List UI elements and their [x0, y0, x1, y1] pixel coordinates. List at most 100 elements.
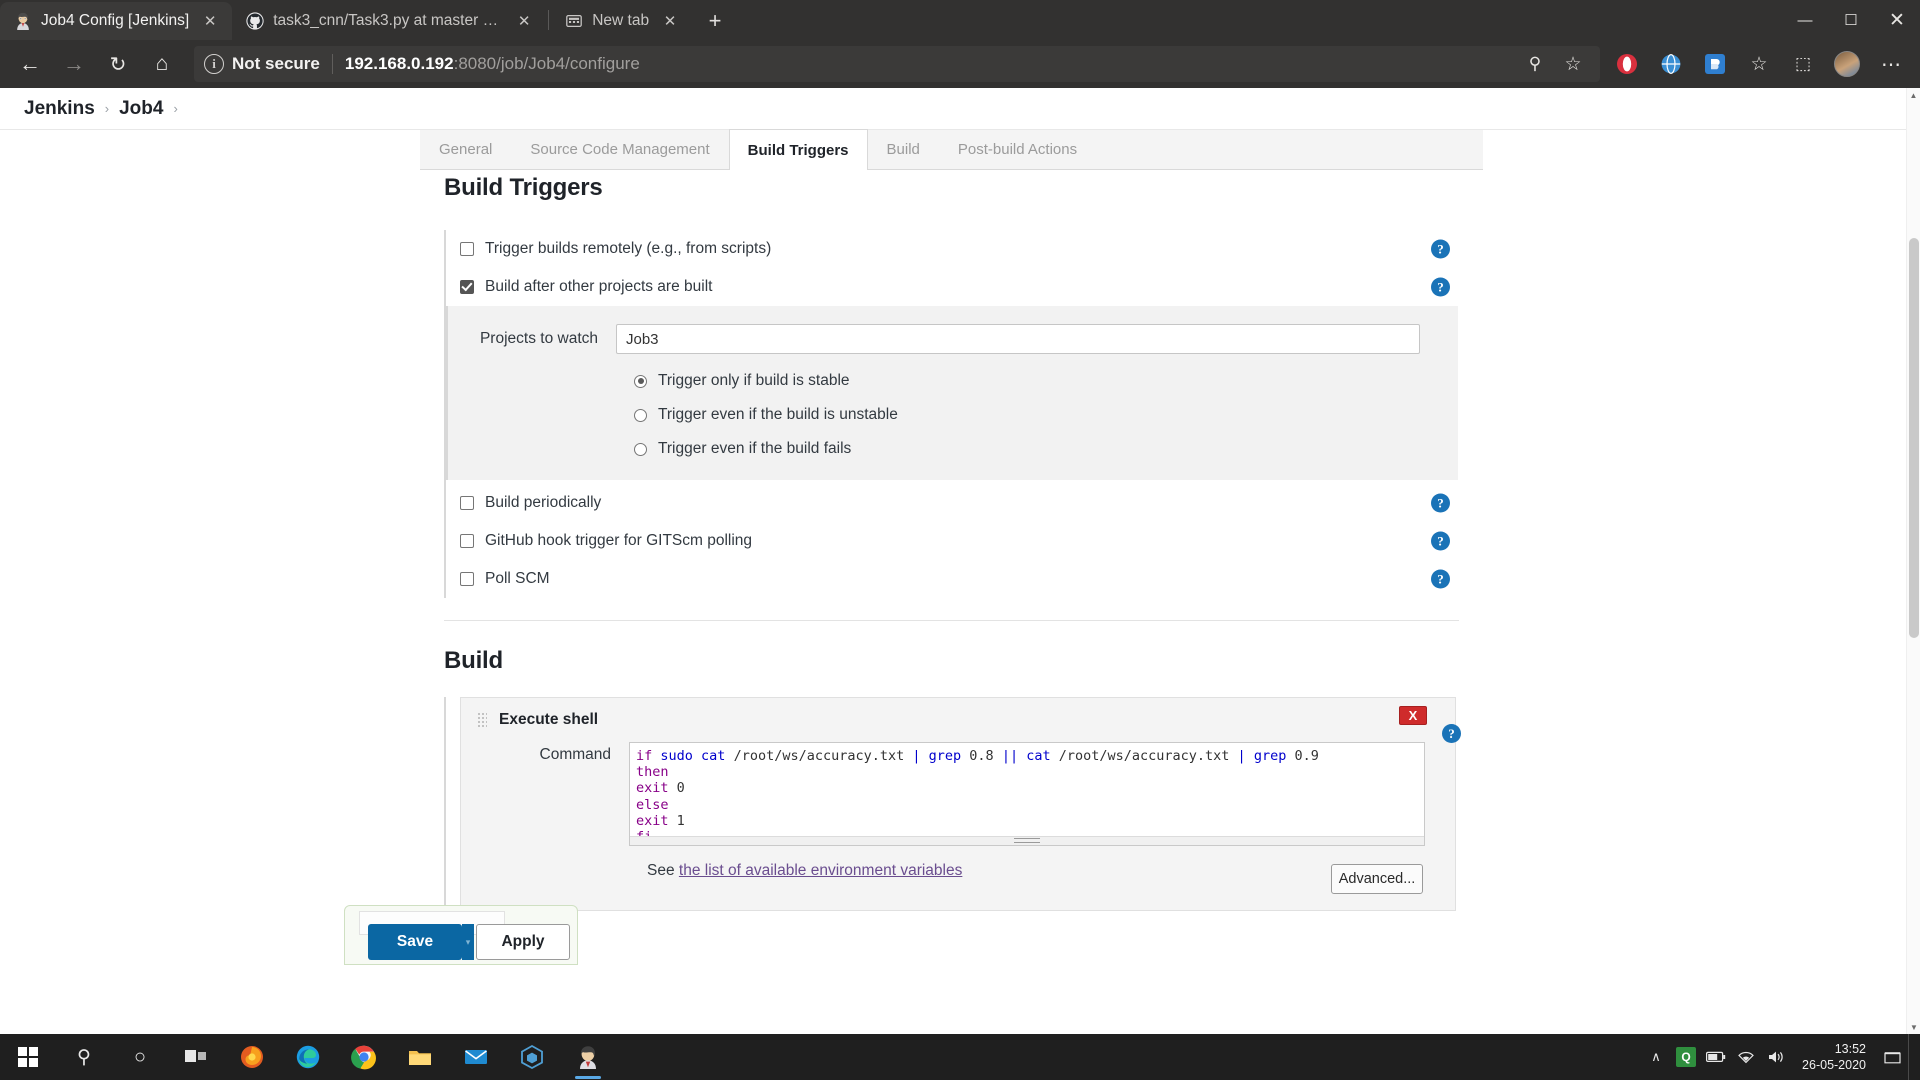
trigger-stable-row[interactable]: Trigger only if build is stable: [448, 364, 1458, 398]
back-icon[interactable]: ←: [12, 46, 48, 82]
resize-grip-icon[interactable]: [1014, 838, 1040, 843]
forward-icon[interactable]: →: [56, 46, 92, 82]
chevron-down-icon[interactable]: ▾: [462, 924, 474, 960]
env-variables-link[interactable]: the list of available environment variab…: [679, 862, 962, 879]
browser-tab-0[interactable]: Job4 Config [Jenkins] ✕: [0, 2, 232, 40]
address-divider: [332, 54, 333, 74]
task-view-button[interactable]: [168, 1034, 224, 1080]
tab-post-build-actions[interactable]: Post-build Actions: [939, 129, 1096, 169]
wifi-icon[interactable]: [1732, 1034, 1760, 1080]
chevron-right-icon: ›: [105, 101, 109, 116]
breadcrumb-job4[interactable]: Job4: [119, 98, 163, 120]
close-icon[interactable]: ✕: [198, 9, 222, 33]
scroll-down-icon[interactable]: ▼: [1907, 1020, 1920, 1034]
favorites-bar-icon[interactable]: ☆: [1742, 47, 1776, 81]
page-viewport: Jenkins › Job4 › General Source Code Man…: [0, 88, 1920, 1034]
opera-extension-icon[interactable]: [1610, 47, 1644, 81]
new-tab-button[interactable]: +: [698, 4, 732, 38]
trigger-fails-row[interactable]: Trigger even if the build fails: [448, 432, 1458, 466]
search-taskbar-button[interactable]: ⚲: [56, 1034, 112, 1080]
build-after-other-projects-checkbox[interactable]: [460, 280, 474, 294]
refresh-icon[interactable]: ↻: [100, 46, 136, 82]
start-button[interactable]: [0, 1034, 56, 1080]
quickbooks-tray-icon[interactable]: Q: [1672, 1034, 1700, 1080]
close-icon[interactable]: ✕: [658, 9, 682, 33]
firefox-icon: [239, 1044, 265, 1070]
virtualbox-taskbar-button[interactable]: [504, 1034, 560, 1080]
poll-scm-row[interactable]: Poll SCM ?: [460, 560, 1456, 598]
globe-extension-icon[interactable]: [1654, 47, 1688, 81]
tab-build[interactable]: Build: [868, 129, 939, 169]
home-icon[interactable]: ⌂: [144, 46, 180, 82]
firefox-taskbar-button[interactable]: [224, 1034, 280, 1080]
tray-overflow-icon[interactable]: ∧: [1642, 1034, 1670, 1080]
minimize-button[interactable]: —: [1782, 0, 1828, 40]
window-close-button[interactable]: ✕: [1874, 0, 1920, 40]
settings-more-icon[interactable]: ⋯: [1874, 47, 1908, 81]
advanced-button[interactable]: Advanced...: [1331, 864, 1423, 894]
command-label: Command: [475, 742, 629, 846]
favorite-star-icon[interactable]: ☆: [1556, 47, 1590, 81]
browser-tab-2[interactable]: New tab ✕: [551, 2, 692, 40]
help-icon[interactable]: ?: [1431, 570, 1450, 589]
jenkins-taskbar-button[interactable]: [560, 1034, 616, 1080]
cortana-taskbar-button[interactable]: ○: [112, 1034, 168, 1080]
maximize-button[interactable]: ☐: [1828, 0, 1874, 40]
help-icon[interactable]: ?: [1431, 494, 1450, 513]
drag-handle-icon[interactable]: [477, 712, 487, 728]
address-bar[interactable]: i Not secure 192.168.0.192:8080/job/Job4…: [194, 46, 1600, 82]
help-icon[interactable]: ?: [1431, 532, 1450, 551]
tab-build-triggers[interactable]: Build Triggers: [729, 129, 868, 170]
command-textarea[interactable]: if sudo cat /root/ws/accuracy.txt | grep…: [629, 742, 1425, 846]
browser-tab-title: Job4 Config [Jenkins]: [41, 12, 189, 30]
save-button[interactable]: Save: [368, 924, 462, 960]
avatar[interactable]: [1830, 47, 1864, 81]
trigger-unstable-radio[interactable]: [634, 409, 647, 422]
trigger-remotely-row[interactable]: Trigger builds remotely (e.g., from scri…: [460, 230, 1456, 268]
bluestacks-extension-icon[interactable]: [1698, 47, 1732, 81]
trigger-fails-radio[interactable]: [634, 443, 647, 456]
mail-icon: [463, 1044, 489, 1070]
build-heading: Build: [420, 621, 1483, 675]
trigger-remotely-checkbox[interactable]: [460, 242, 474, 256]
collections-icon[interactable]: ⬚: [1786, 47, 1820, 81]
newtab-favicon: [565, 12, 583, 30]
browser-tab-1[interactable]: task3_cnn/Task3.py at master · ra ✕: [232, 2, 546, 40]
breadcrumb-jenkins[interactable]: Jenkins: [24, 98, 95, 120]
build-periodically-row[interactable]: Build periodically ?: [460, 484, 1456, 522]
volume-icon[interactable]: [1762, 1034, 1790, 1080]
build-periodically-checkbox[interactable]: [460, 496, 474, 510]
task-view-icon: [183, 1044, 209, 1070]
tab-source-code-management[interactable]: Source Code Management: [511, 129, 728, 169]
build-after-other-projects-label: Build after other projects are built: [485, 278, 712, 296]
clock[interactable]: 13:52 26-05-2020: [1792, 1041, 1876, 1073]
notifications-icon[interactable]: [1878, 1034, 1906, 1080]
poll-scm-checkbox[interactable]: [460, 572, 474, 586]
edge-taskbar-button[interactable]: [280, 1034, 336, 1080]
build-after-other-projects-row[interactable]: Build after other projects are built ?: [460, 268, 1456, 306]
projects-to-watch-input[interactable]: [616, 324, 1420, 354]
apply-button[interactable]: Apply: [476, 924, 570, 960]
not-secure-info-icon[interactable]: i: [204, 54, 224, 74]
trigger-unstable-row[interactable]: Trigger even if the build is unstable: [448, 398, 1458, 432]
mail-taskbar-button[interactable]: [448, 1034, 504, 1080]
battery-icon[interactable]: [1702, 1034, 1730, 1080]
help-icon[interactable]: ?: [1431, 240, 1450, 259]
search-icon[interactable]: ⚲: [1518, 47, 1552, 81]
help-icon[interactable]: ?: [1431, 278, 1450, 297]
tab-general[interactable]: General: [420, 129, 511, 169]
page-scrollbar[interactable]: ▲ ▼: [1906, 88, 1920, 1034]
github-hook-trigger-row[interactable]: GitHub hook trigger for GITScm polling ?: [460, 522, 1456, 560]
scrollbar-thumb[interactable]: [1909, 238, 1919, 638]
chrome-taskbar-button[interactable]: [336, 1034, 392, 1080]
file-explorer-taskbar-button[interactable]: [392, 1034, 448, 1080]
trigger-stable-radio[interactable]: [634, 375, 647, 388]
close-icon[interactable]: ✕: [512, 9, 536, 33]
github-hook-trigger-checkbox[interactable]: [460, 534, 474, 548]
scroll-up-icon[interactable]: ▲: [1907, 88, 1920, 102]
help-icon[interactable]: ?: [1442, 724, 1461, 743]
command-horizontal-scrollbar[interactable]: [630, 836, 1424, 845]
delete-builder-button[interactable]: X: [1399, 706, 1427, 725]
execute-shell-header: Execute shell: [461, 698, 1455, 742]
show-desktop-button[interactable]: [1908, 1034, 1916, 1080]
